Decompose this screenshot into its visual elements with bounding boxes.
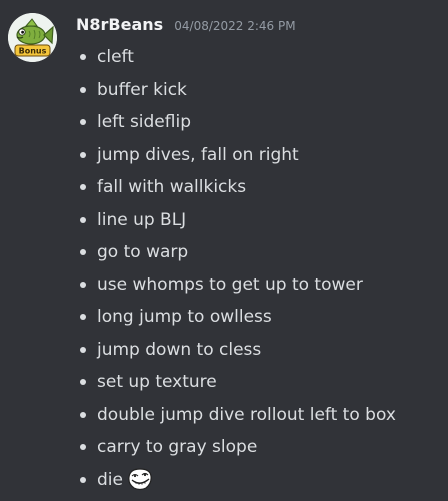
bullet-icon — [80, 314, 86, 320]
bullet-list: cleft buffer kick left sideflip jump dives,… — [78, 42, 396, 497]
bullet-icon — [80, 411, 86, 418]
bullet-icon — [80, 184, 86, 190]
list-item: jump dives, fall on right — [78, 140, 396, 173]
list-item-text: double jump dive rollout left to box — [97, 404, 396, 425]
list-item: double jump dive rollout left to box — [78, 400, 396, 433]
trollface-emoji-icon[interactable] — [127, 467, 153, 491]
bullet-icon — [80, 249, 86, 255]
message-header: N8rBeans 04/08/2022 2:46 PM — [76, 15, 296, 37]
bullet-icon — [80, 379, 86, 385]
list-item-text: cleft — [97, 47, 134, 67]
list-item: left sideflip — [78, 107, 396, 140]
list-item-text: go to warp — [97, 242, 189, 262]
list-item: set up texture — [78, 367, 396, 400]
bullet-icon — [80, 444, 86, 450]
list-item-text: line up BLJ — [97, 209, 187, 230]
list-item: die — [78, 465, 396, 498]
list-item-text: long jump to owlless — [97, 307, 272, 327]
bullet-icon — [80, 346, 86, 353]
username[interactable]: N8rBeans — [76, 15, 163, 34]
list-item: cleft — [78, 42, 396, 75]
fish-avatar-icon: Bonus — [8, 13, 57, 62]
bullet-icon — [80, 119, 86, 125]
list-item-text: set up texture — [97, 372, 217, 392]
list-item: long jump to owlless — [78, 302, 396, 335]
list-item-text: jump dives, fall on right — [97, 144, 299, 165]
timestamp: 04/08/2022 2:46 PM — [174, 19, 296, 33]
bullet-icon — [80, 476, 86, 483]
bullet-icon — [80, 281, 86, 288]
list-item-text: left sideflip — [97, 112, 191, 132]
bullet-icon — [80, 216, 86, 223]
list-item-text: jump down to cless — [97, 339, 262, 360]
list-item: fall with wallkicks — [78, 172, 396, 205]
list-item-text: use whomps to get up to tower — [97, 274, 363, 295]
svg-text:Bonus: Bonus — [19, 47, 47, 56]
chat-message: Bonus N8rBeans 04/08/2022 2:46 PM cleft b… — [0, 0, 448, 500]
list-item: line up BLJ — [78, 205, 396, 238]
list-item-text: carry to gray slope — [97, 437, 258, 457]
list-item-text: fall with wallkicks — [97, 177, 247, 197]
list-item: buffer kick — [78, 75, 396, 108]
list-item-text: die — [97, 469, 123, 490]
list-item-text: buffer kick — [97, 79, 187, 100]
list-item: go to warp — [78, 237, 396, 270]
bullet-icon — [80, 86, 86, 93]
list-item: use whomps to get up to tower — [78, 270, 396, 303]
list-item: jump down to cless — [78, 335, 396, 368]
list-item: carry to gray slope — [78, 432, 396, 465]
bullet-icon — [80, 151, 86, 158]
user-avatar[interactable]: Bonus — [8, 13, 57, 62]
bullet-icon — [80, 54, 86, 60]
